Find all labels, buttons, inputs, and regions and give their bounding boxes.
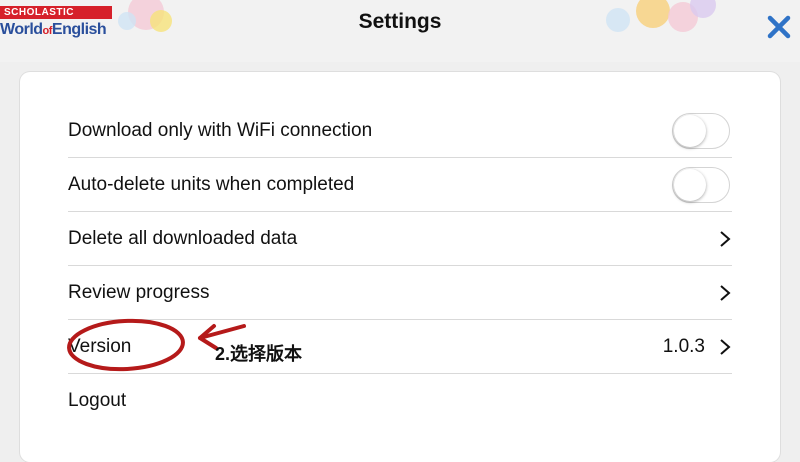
chevron-right-icon: [720, 231, 731, 247]
setting-label: Review progress: [68, 282, 210, 303]
logo-wordmark: WorldofEnglish: [0, 21, 118, 39]
annotation-label: 2.选择版本: [215, 344, 303, 364]
toggle-knob: [674, 169, 706, 201]
setting-version[interactable]: Version 1.0.3: [68, 320, 732, 374]
setting-wifi-only[interactable]: Download only with WiFi connection: [68, 104, 732, 158]
setting-label: Logout: [68, 390, 127, 411]
setting-review-progress[interactable]: Review progress: [68, 266, 732, 320]
chevron-right-icon: [720, 339, 731, 355]
setting-delete-data[interactable]: Delete all downloaded data: [68, 212, 732, 266]
setting-label: Version: [68, 336, 132, 357]
auto-delete-toggle[interactable]: [672, 167, 730, 203]
setting-label: Delete all downloaded data: [68, 228, 298, 249]
chevron-right-icon: [720, 285, 731, 301]
toggle-knob: [674, 115, 706, 147]
logo-word-1: World: [0, 21, 43, 38]
setting-logout[interactable]: Logout: [68, 374, 732, 428]
logo-word-2: English: [51, 21, 107, 38]
wifi-only-toggle[interactable]: [672, 113, 730, 149]
header-bar: [0, 0, 800, 62]
close-button[interactable]: [762, 10, 796, 44]
version-value: 1.0.3: [662, 336, 705, 357]
setting-label: Auto-delete units when completed: [68, 174, 355, 195]
scholastic-logo: SCHOLASTIC WorldofEnglish: [0, 6, 118, 46]
logo-brand: SCHOLASTIC: [0, 6, 112, 19]
decor-bubble: [118, 12, 136, 30]
setting-auto-delete[interactable]: Auto-delete units when completed: [68, 158, 732, 212]
decor-bubble: [636, 0, 670, 28]
logo-of: of: [42, 25, 53, 37]
setting-label: Download only with WiFi connection: [68, 120, 373, 141]
decor-bubble: [150, 10, 172, 32]
decor-bubble: [606, 8, 630, 32]
close-icon: [767, 15, 791, 39]
